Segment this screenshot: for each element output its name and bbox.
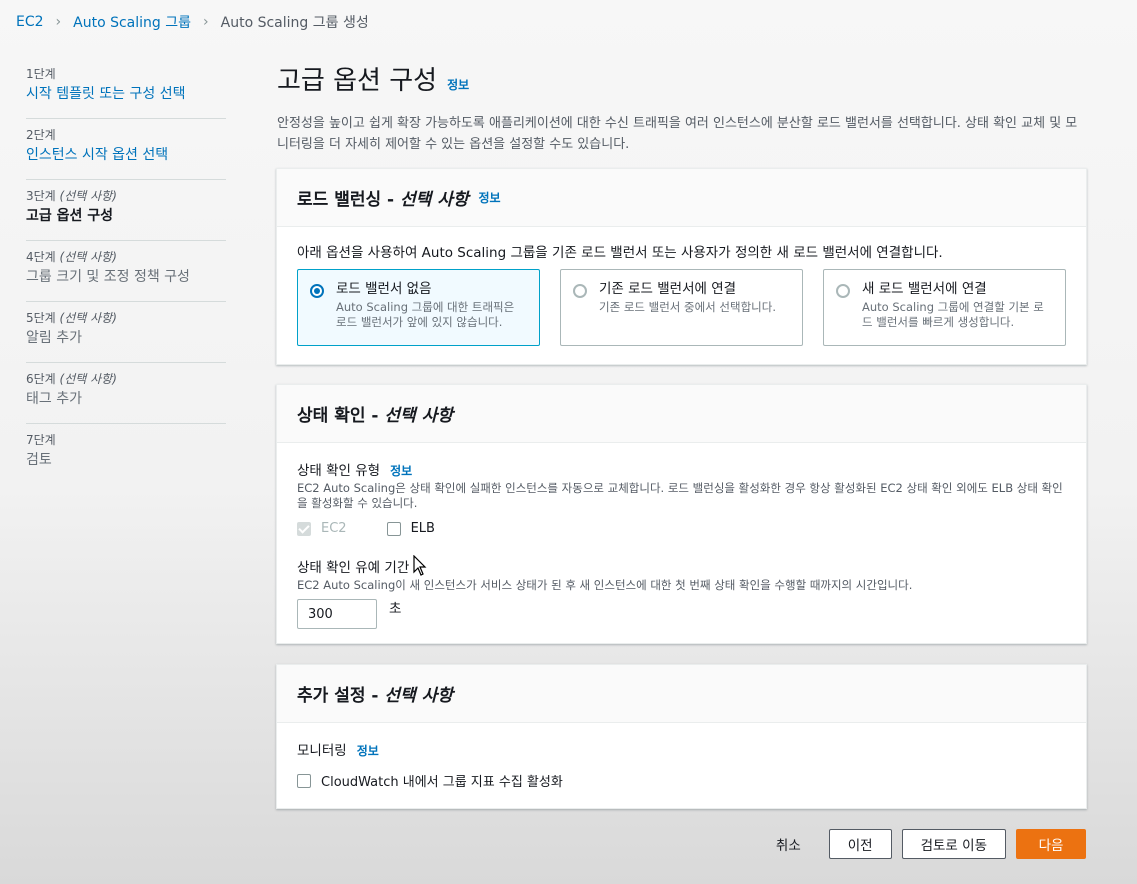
tile-description: 기존 로드 밸런서 중에서 선택합니다. [599, 300, 776, 314]
health-check-type-label: 상태 확인 유형 정보 [297, 462, 413, 479]
tile-description: Auto Scaling 그룹에 대한 트래픽은 로드 밸런서가 앞에 있지 않… [336, 300, 515, 329]
panel-header: 추가 설정 - 선택 사항 [277, 665, 1086, 723]
wizard-step-5: 5단계 (선택 사항) 알림 추가 [26, 302, 226, 363]
page-title-text: 고급 옵션 구성 [277, 66, 438, 96]
panel-header: 로드 밸런싱 - 선택 사항 정보 [277, 169, 1086, 227]
wizard-step-1: 1단계 시작 템플릿 또는 구성 선택 [26, 58, 226, 119]
checkbox-icon[interactable] [386, 521, 401, 536]
panel-body: 모니터링 정보 CloudWatch 내에서 그룹 지표 수집 활성화 [277, 723, 1086, 810]
ec2-label: EC2 [321, 521, 347, 536]
panel-body: 상태 확인 유형 정보 EC2 Auto Scaling은 상태 확인에 실패한… [277, 443, 1086, 649]
grace-period-unit: 초 [389, 601, 402, 617]
health-check-panel: 상태 확인 - 선택 사항 상태 확인 유형 정보 EC2 Auto Scali… [276, 384, 1087, 644]
step-number: 4단계 (선택 사항) [26, 250, 117, 264]
wizard-step-3: 3단계 (선택 사항) 고급 옵션 구성 [26, 180, 226, 241]
checkbox-icon[interactable] [297, 773, 311, 788]
info-link[interactable]: 정보 [479, 189, 501, 206]
wizard-step-4: 4단계 (선택 사항) 그룹 크기 및 조정 정책 구성 [26, 241, 226, 302]
panel-header: 상태 확인 - 선택 사항 [277, 385, 1086, 443]
load-balancer-options: 로드 밸런서 없음 Auto Scaling 그룹에 대한 트래픽은 로드 밸런… [297, 269, 1066, 346]
step-number: 6단계 (선택 사항) [26, 372, 117, 386]
tile-title: 기존 로드 밸런서에 연결 [599, 281, 737, 297]
additional-settings-panel: 추가 설정 - 선택 사항 모니터링 정보 CloudWatch 내에서 그룹 … [276, 664, 1087, 809]
mouse-cursor-icon [413, 555, 427, 576]
wizard-step-6: 6단계 (선택 사항) 태그 추가 [26, 363, 226, 424]
info-link[interactable]: 정보 [390, 462, 412, 479]
panel-title: 로드 밸런싱 - 선택 사항 [297, 190, 469, 210]
grace-period-description: EC2 Auto Scaling이 새 인스턴스가 서비스 상태가 된 후 새 … [297, 578, 913, 592]
page-title: 고급 옵션 구성 정보 [277, 60, 1087, 97]
load-balancing-description: 아래 옵션을 사용하여 Auto Scaling 그룹을 기존 로드 밸런서 또… [297, 245, 943, 261]
step-number: 2단계 [26, 128, 56, 142]
checkbox-checked-icon [297, 521, 311, 536]
step-label-tags: 태그 추가 [26, 391, 82, 407]
health-check-type-description: EC2 Auto Scaling은 상태 확인에 실패한 인스턴스를 자동으로 … [297, 481, 1063, 510]
previous-button[interactable]: 이전 [828, 829, 892, 859]
monitoring-label: 모니터링 정보 [297, 742, 379, 759]
info-link[interactable]: 정보 [447, 76, 469, 93]
grace-period-input[interactable] [297, 599, 377, 629]
elb-label: ELB [410, 521, 435, 536]
tile-new-load-balancer[interactable]: 새 로드 밸런서에 연결 Auto Scaling 그룹에 연결할 기본 로드 … [823, 269, 1066, 346]
step-label-advanced-options: 고급 옵션 구성 [26, 208, 114, 224]
breadcrumb-auto-scaling-groups[interactable]: Auto Scaling 그룹 [73, 12, 191, 32]
wizard-steps: 1단계 시작 템플릿 또는 구성 선택 2단계 인스턴스 시작 옵션 선택 3단… [26, 58, 226, 484]
step-number: 3단계 (선택 사항) [26, 189, 117, 203]
ec2-checkbox: EC2 [297, 521, 347, 536]
step-number: 1단계 [26, 67, 56, 81]
radio-icon[interactable] [573, 284, 587, 298]
skip-to-review-button[interactable]: 검토로 이동 [901, 829, 1006, 859]
wizard-step-7: 7단계 검토 [26, 424, 226, 484]
radio-icon[interactable] [836, 284, 850, 298]
cloudwatch-metrics-label: CloudWatch 내에서 그룹 지표 수집 활성화 [321, 775, 563, 790]
breadcrumb-current: Auto Scaling 그룹 생성 [220, 15, 369, 31]
panel-body: 아래 옵션을 사용하여 Auto Scaling 그룹을 기존 로드 밸런서 또… [277, 227, 1086, 366]
cancel-button[interactable]: 취소 [758, 829, 819, 859]
step-label-notifications: 알림 추가 [26, 330, 82, 346]
step-number: 7단계 [26, 433, 56, 447]
step-number: 5단계 (선택 사항) [26, 311, 117, 325]
load-balancing-panel: 로드 밸런싱 - 선택 사항 정보 아래 옵션을 사용하여 Auto Scali… [276, 168, 1087, 365]
tile-no-load-balancer[interactable]: 로드 밸런서 없음 Auto Scaling 그룹에 대한 트래픽은 로드 밸런… [297, 269, 540, 346]
step-label-launch-options[interactable]: 인스턴스 시작 옵션 선택 [26, 145, 226, 165]
tile-description: Auto Scaling 그룹에 연결할 기본 로드 밸런서를 빠르게 생성합니… [862, 300, 1044, 329]
elb-checkbox[interactable]: ELB [386, 521, 435, 536]
page-header: 고급 옵션 구성 정보 안정성을 높이고 쉽게 확장 가능하도록 애플리케이션에… [277, 60, 1087, 155]
chevron-right-icon: › [203, 14, 209, 30]
grace-period-row: 초 [297, 599, 1066, 629]
wizard-footer: 취소 이전 검토로 이동 다음 [758, 829, 1086, 859]
tile-title: 로드 밸런서 없음 [336, 281, 432, 297]
panel-title: 상태 확인 - 선택 사항 [297, 406, 453, 426]
wizard-step-2: 2단계 인스턴스 시작 옵션 선택 [26, 119, 226, 180]
breadcrumb: EC2 › Auto Scaling 그룹 › Auto Scaling 그룹 … [16, 12, 369, 32]
next-button[interactable]: 다음 [1016, 829, 1086, 859]
tile-existing-load-balancer[interactable]: 기존 로드 밸런서에 연결 기존 로드 밸런서 중에서 선택합니다. [560, 269, 803, 346]
tile-title: 새 로드 밸런서에 연결 [862, 281, 987, 297]
cloudwatch-metrics-checkbox[interactable]: CloudWatch 내에서 그룹 지표 수집 활성화 [297, 771, 1066, 790]
step-label-group-size: 그룹 크기 및 조정 정책 구성 [26, 269, 190, 285]
info-link[interactable]: 정보 [357, 742, 379, 759]
radio-selected-icon[interactable] [310, 284, 324, 298]
step-label-launch-template[interactable]: 시작 템플릿 또는 구성 선택 [26, 84, 226, 104]
page-description: 안정성을 높이고 쉽게 확장 가능하도록 애플리케이션에 대한 수신 트래픽을 … [277, 116, 1078, 152]
panel-title: 추가 설정 - 선택 사항 [297, 686, 453, 706]
breadcrumb-ec2[interactable]: EC2 [16, 14, 44, 30]
step-label-review: 검토 [26, 452, 52, 468]
chevron-right-icon: › [55, 14, 62, 30]
health-check-types: EC2 ELB [297, 521, 1066, 536]
